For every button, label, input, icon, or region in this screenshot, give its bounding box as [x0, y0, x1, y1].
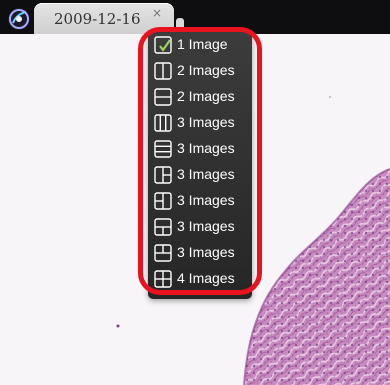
layout-dropdown-menu: 1 Image 2 Images 2 Images 3 Images 3 Ima…	[148, 31, 252, 299]
menu-item-label: 3 Images	[177, 166, 235, 182]
menu-item-3-images-rows[interactable]: 3 Images	[148, 135, 252, 161]
menu-item-label: 3 Images	[177, 192, 235, 208]
menu-item-label: 3 Images	[177, 218, 235, 234]
tab-bar: 2009-12-16 ×	[0, 0, 390, 34]
menu-item-2-images-horizontal[interactable]: 2 Images	[148, 83, 252, 109]
menu-item-3-images-columns[interactable]: 3 Images	[148, 109, 252, 135]
layout-split-vertical-icon	[154, 62, 172, 80]
layout-single-icon	[154, 36, 172, 54]
menu-item-4-images[interactable]: 4 Images	[148, 265, 252, 291]
menu-item-3-images-left-large[interactable]: 3 Images	[148, 161, 252, 187]
layout-left-plus-two-right-icon	[154, 166, 172, 184]
layout-grid-four-icon	[154, 270, 172, 288]
menu-item-1-image[interactable]: 1 Image	[148, 31, 252, 57]
layout-top-plus-two-bottom-icon	[154, 218, 172, 236]
menu-item-label: 4 Images	[177, 270, 235, 286]
menu-item-label: 3 Images	[177, 140, 235, 156]
menu-item-label: 3 Images	[177, 244, 235, 260]
layout-two-top-plus-bottom-icon	[154, 244, 172, 262]
layout-three-rows-icon	[154, 140, 172, 158]
layout-two-left-plus-right-icon	[154, 192, 172, 210]
menu-item-3-images-bottom-large[interactable]: 3 Images	[148, 239, 252, 265]
app-logo-icon[interactable]	[7, 7, 31, 31]
menu-item-3-images-top-large[interactable]: 3 Images	[148, 213, 252, 239]
menu-item-label: 1 Image	[177, 36, 228, 52]
tab-title: 2009-12-16	[54, 10, 141, 28]
layout-split-horizontal-icon	[154, 88, 172, 106]
layout-three-columns-icon	[154, 114, 172, 132]
menu-item-label: 3 Images	[177, 114, 235, 130]
menu-item-3-images-right-large[interactable]: 3 Images	[148, 187, 252, 213]
close-tab-icon[interactable]: ×	[152, 6, 162, 20]
menu-item-2-images-vertical[interactable]: 2 Images	[148, 57, 252, 83]
menu-item-label: 2 Images	[177, 88, 235, 104]
menu-item-label: 2 Images	[177, 62, 235, 78]
tab-2009-12-16[interactable]: 2009-12-16 ×	[34, 3, 174, 34]
